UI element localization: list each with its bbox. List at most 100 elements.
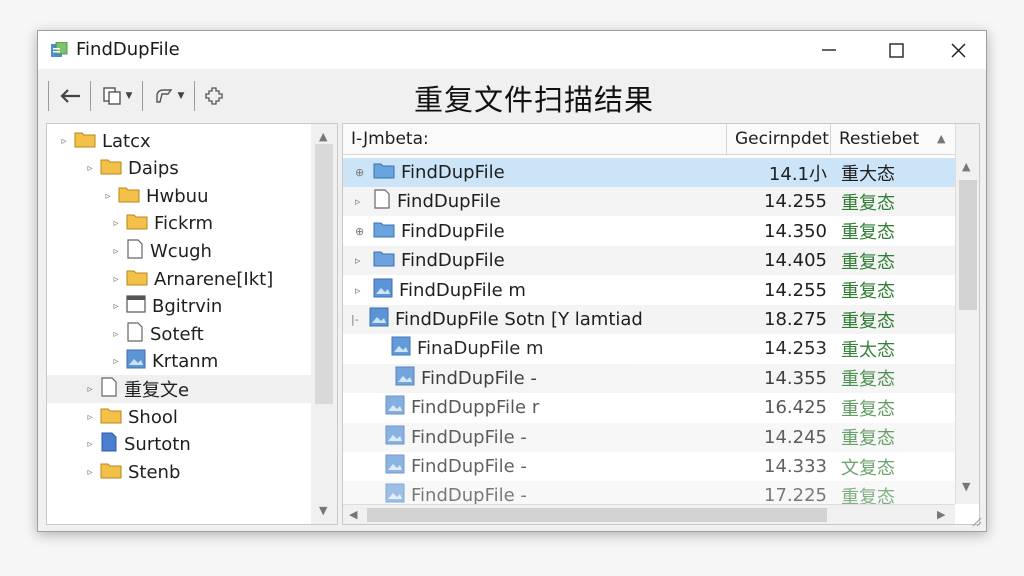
settings-icon	[205, 87, 223, 105]
size-cell: 14.255	[764, 279, 827, 301]
scroll-right-icon[interactable]: ▶	[937, 508, 945, 521]
app-icon	[51, 42, 68, 57]
file-list[interactable]: I-Jmbeta: Gecirnpdet Restiebet ▲ ⊕ FindDu…	[342, 123, 980, 525]
table-row[interactable]: FindDupFile - 14.333 文复态	[343, 452, 955, 481]
tree-expander-icon[interactable]: ▹	[83, 464, 97, 480]
file-name: FindDupFile -	[421, 367, 537, 389]
row-expander-icon[interactable]: ⊕	[355, 225, 373, 238]
row-expander-icon[interactable]: ▹	[355, 195, 373, 208]
scroll-down-icon[interactable]: ▼	[962, 480, 970, 493]
toolbar-separator	[90, 81, 91, 111]
scroll-up-icon[interactable]: ▲	[962, 160, 970, 173]
tree-expander-icon[interactable]: ▹	[109, 216, 123, 232]
file-name: FindDupFile	[401, 162, 505, 183]
scrollbar-thumb[interactable]	[959, 180, 977, 310]
table-row[interactable]: ▹ FindDupFile 14.255 重复态	[343, 187, 955, 217]
table-row[interactable]: |- FindDupFile Sotn [Y lamtiad 18.275 重复态	[343, 305, 955, 334]
column-status-label: Restiebet	[839, 129, 920, 149]
window-icon	[126, 295, 146, 318]
folder-icon	[118, 185, 140, 208]
back-button[interactable]	[54, 81, 86, 111]
resize-grip-icon[interactable]	[970, 515, 982, 527]
tree-item[interactable]: ▹ Stenb	[47, 458, 311, 486]
tree-expander-icon[interactable]: ▹	[57, 133, 71, 149]
name-cell: FinaDupFile m	[373, 334, 544, 363]
image-file-icon	[385, 425, 405, 450]
file-name: FinaDupFile m	[417, 338, 544, 360]
tree-expander-icon[interactable]: ▹	[109, 326, 123, 342]
close-button[interactable]	[931, 31, 985, 69]
row-expander-icon[interactable]: ▹	[355, 284, 373, 297]
file-name: FindDupFile m	[399, 279, 526, 301]
status-cell: 重复态	[841, 251, 895, 273]
row-expander-icon[interactable]: ⊕	[355, 166, 373, 179]
table-row[interactable]: ⊕ FindDupFile 14.1小 重大态	[343, 158, 955, 187]
scrollbar-thumb[interactable]	[315, 144, 333, 404]
tree-expander-icon[interactable]: ▹	[101, 188, 115, 204]
tree-expander-icon[interactable]: ▹	[83, 161, 97, 177]
tree-item[interactable]: ▹ Soteft	[47, 320, 311, 348]
image-file-icon	[391, 336, 411, 361]
tree-item[interactable]: ▹ Krtanm	[47, 348, 311, 376]
brush-dropdown-button[interactable]: ▼	[148, 81, 190, 111]
scroll-up-icon[interactable]: ▲	[319, 130, 327, 143]
title-bar: FindDupFile	[38, 31, 986, 69]
copy-dropdown-button[interactable]: ▼	[96, 81, 138, 111]
tree-item[interactable]: ▹ Arnarene[Ikt]	[47, 265, 311, 293]
tree-item[interactable]: ▹ Hwbuu	[47, 182, 311, 210]
table-row[interactable]: FindDupFile - 14.355 重复态	[343, 363, 955, 393]
tree-item[interactable]: ▹ Daips	[47, 155, 311, 183]
row-expander-icon[interactable]: |-	[351, 313, 369, 326]
scroll-left-icon[interactable]: ◀	[349, 508, 357, 521]
size-cell: 14.245	[764, 426, 827, 448]
scrollbar-thumb[interactable]	[367, 508, 827, 522]
tree-expander-icon[interactable]: ▹	[109, 243, 123, 259]
tree-expander-icon[interactable]: ▹	[83, 381, 97, 397]
horizontal-scrollbar[interactable]: ◀ ▶	[343, 504, 955, 524]
tree-expander-icon[interactable]: ▹	[109, 354, 123, 370]
table-row[interactable]: FindDuppFile r 16.425 重复态	[343, 393, 955, 422]
table-row[interactable]: FindDupFile - 14.245 重复态	[343, 422, 955, 452]
image-file-icon	[369, 307, 389, 332]
tree-item[interactable]: ▹ Wcugh	[47, 237, 311, 265]
file-name: FindDupFile -	[411, 456, 527, 477]
tree-expander-icon[interactable]: ▹	[109, 271, 123, 287]
table-row[interactable]: FinaDupFile m 14.253 重太态	[343, 334, 955, 363]
table-row[interactable]: ▹ FindDupFile 14.405 重复态	[343, 246, 955, 276]
tree-item-label: Daips	[128, 158, 179, 180]
tree-item[interactable]: ▹ Bgitrvin	[47, 293, 311, 321]
folder-icon	[100, 406, 122, 429]
name-cell: ▹ FindDupFile m	[355, 276, 526, 305]
scroll-down-icon[interactable]: ▼	[319, 504, 327, 517]
column-header-name[interactable]: I-Jmbeta:	[343, 124, 727, 154]
sort-up-icon[interactable]: ▲	[937, 132, 945, 145]
tree-item-label: Wcugh	[150, 240, 212, 262]
toolbar-separator	[194, 81, 195, 111]
tree-expander-icon[interactable]: ▹	[83, 437, 97, 453]
status-cell: 重大态	[841, 163, 895, 185]
column-header-size[interactable]: Gecirnpdet	[727, 124, 831, 154]
folder-tree[interactable]: ▹ Latcx ▹ Daips ▹ Hwbuu ▹ Fickrm ▹ Wcugh ▹ Arnarene…	[46, 123, 338, 525]
tree-item[interactable]: ▹ Latcx	[47, 127, 311, 155]
minimize-button[interactable]	[802, 31, 856, 69]
tree-item[interactable]: ▹ 重复文e	[47, 375, 311, 404]
maximize-button[interactable]	[869, 31, 923, 69]
back-icon	[60, 89, 80, 103]
settings-button[interactable]	[200, 81, 228, 111]
name-cell: ▹ FindDupFile	[355, 187, 501, 216]
tree-scrollbar[interactable]: ▲ ▼	[311, 124, 337, 524]
tree-expander-icon[interactable]: ▹	[83, 409, 97, 425]
table-row[interactable]: ▹ FindDupFile m 14.255 重复态	[343, 276, 955, 305]
name-cell: ⊕ FindDupFile	[355, 217, 505, 246]
tree-item[interactable]: ▹ Shool	[47, 403, 311, 431]
size-cell: 14.253	[764, 338, 827, 360]
tree-expander-icon[interactable]: ▹	[109, 299, 123, 315]
size-cell: 14.355	[764, 367, 827, 389]
file-name: FindDupFile Sotn [Y lamtiad	[395, 309, 643, 330]
vertical-scrollbar[interactable]: ▲ ▼	[955, 124, 979, 504]
minimize-icon	[822, 49, 836, 51]
tree-item[interactable]: ▹ Surtotn	[47, 431, 311, 459]
tree-item[interactable]: ▹ Fickrm	[47, 210, 311, 238]
row-expander-icon[interactable]: ▹	[355, 254, 373, 267]
table-row[interactable]: ⊕ FindDupFile 14.350 重复态	[343, 217, 955, 246]
